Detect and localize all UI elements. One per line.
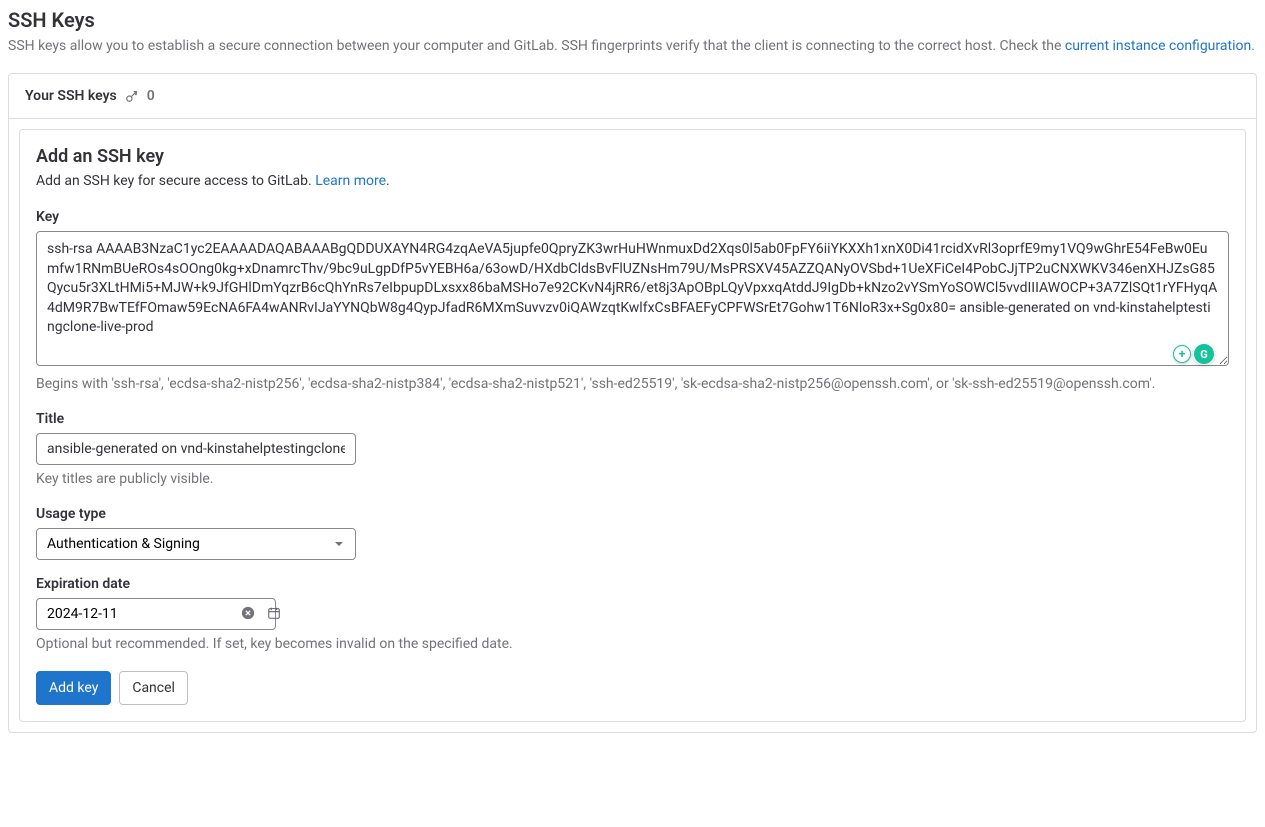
cancel-button[interactable]: Cancel <box>119 671 188 705</box>
date-input-wrapper <box>36 598 276 630</box>
grammarly-icon[interactable]: G <box>1193 343 1215 365</box>
title-help-text: Key titles are publicly visible. <box>36 469 1229 490</box>
card-heading: Add an SSH key <box>36 146 1229 167</box>
panel-body: Add an SSH key Add an SSH key for secure… <box>9 119 1256 732</box>
buttons-row: Add key Cancel <box>36 671 1229 705</box>
card-subtitle-text: Add an SSH key for secure access to GitL… <box>36 173 315 189</box>
clear-date-button[interactable] <box>235 602 261 627</box>
calendar-icon <box>267 606 281 623</box>
grammarly-widget: + G <box>1173 343 1215 365</box>
key-count: 0 <box>147 88 155 104</box>
instance-config-link[interactable]: current instance configuration <box>1065 38 1251 54</box>
title-input[interactable] <box>36 433 356 465</box>
page-description: SSH keys allow you to establish a secure… <box>8 36 1257 57</box>
add-key-button[interactable]: Add key <box>36 671 111 705</box>
usage-label: Usage type <box>36 506 1229 522</box>
title-label: Title <box>36 411 1229 427</box>
your-ssh-keys-label: Your SSH keys <box>25 88 117 104</box>
page-description-text: SSH keys allow you to establish a secure… <box>8 38 1065 54</box>
key-help-text: Begins with 'ssh-rsa', 'ecdsa-sha2-nistp… <box>36 374 1229 395</box>
calendar-button[interactable] <box>261 602 287 627</box>
page-description-suffix: . <box>1251 38 1255 54</box>
page-title: SSH Keys <box>8 8 1257 32</box>
usage-group: Usage type Authentication & Signing <box>36 506 1229 560</box>
usage-select[interactable]: Authentication & Signing <box>36 528 356 560</box>
card-subtitle: Add an SSH key for secure access to GitL… <box>36 173 1229 189</box>
key-textarea[interactable] <box>36 231 1229 366</box>
key-group: Key + G Begins with 'ssh-rsa', 'ecdsa-sh… <box>36 209 1229 395</box>
key-icon <box>125 89 139 103</box>
title-group: Title Key titles are publicly visible. <box>36 411 1229 490</box>
ssh-keys-panel: Your SSH keys 0 Add an SSH key Add an SS… <box>8 73 1257 733</box>
expiration-group: Expiration date <box>36 576 1229 655</box>
grammarly-add-icon[interactable]: + <box>1173 345 1191 363</box>
expiration-help-text: Optional but recommended. If set, key be… <box>36 634 1229 655</box>
learn-more-link[interactable]: Learn more <box>315 173 386 189</box>
expiration-label: Expiration date <box>36 576 1229 592</box>
panel-header: Your SSH keys 0 <box>9 74 1256 119</box>
add-ssh-key-card: Add an SSH key Add an SSH key for secure… <box>19 129 1246 722</box>
card-subtitle-suffix: . <box>386 173 390 189</box>
expiration-input[interactable] <box>37 599 235 629</box>
clear-icon <box>241 606 255 623</box>
key-label: Key <box>36 209 1229 225</box>
